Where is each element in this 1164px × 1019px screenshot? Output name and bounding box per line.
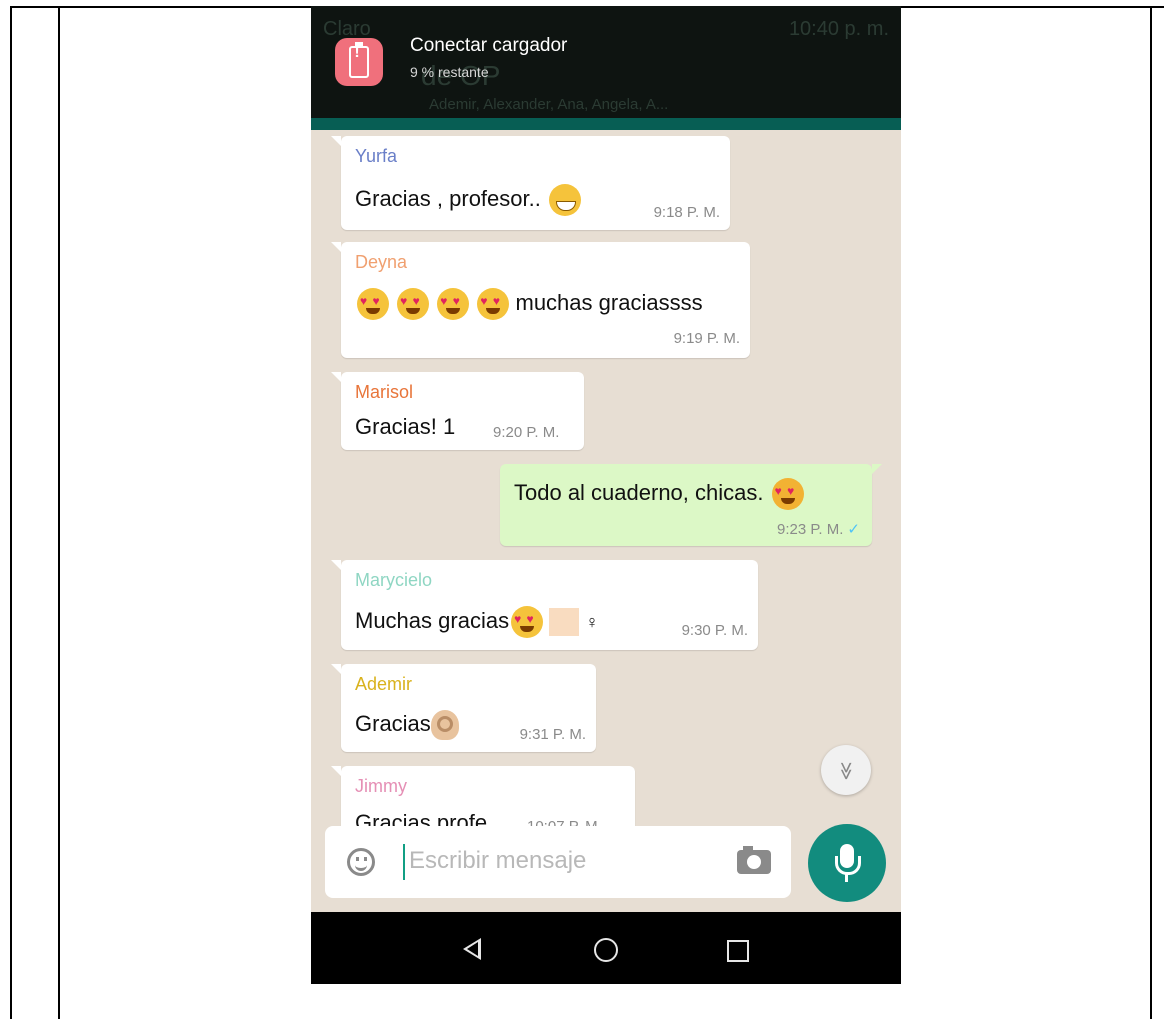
sender-name: Marisol <box>355 382 414 402</box>
female-sign-icon: ♀ <box>585 611 599 632</box>
smiley-icon[interactable] <box>347 848 375 876</box>
message-input-bar[interactable]: Escribir mensaje <box>325 826 791 898</box>
heart-eyes-icon <box>511 606 544 638</box>
table-border-left-outer <box>10 6 12 1019</box>
sender-name: Marycielo <box>355 570 433 590</box>
text-cursor <box>403 844 405 880</box>
message-time: 9:20 P. M. <box>493 424 560 441</box>
top-bar: Claro 10:40 p. m. de OP Ademir, Alexande… <box>311 6 901 118</box>
battery-alert-icon: ! <box>335 38 383 86</box>
sender-name: Ademir <box>355 674 413 694</box>
android-navbar <box>311 912 901 984</box>
group-members: Ademir, Alexander, Ana, Angela, A... <box>429 96 669 113</box>
ok-hand-icon <box>430 710 459 740</box>
status-time: 10:40 p. m. <box>788 18 889 40</box>
table-border-right <box>1150 6 1152 1019</box>
heart-eyes-icon <box>437 288 470 320</box>
message-bubble[interactable]: Ademir Gracias 9:31 P. M. <box>331 664 596 752</box>
microphone-button[interactable] <box>808 824 886 902</box>
heart-eyes-icon <box>397 288 430 320</box>
message-time: 9:30 P. M. <box>681 622 748 639</box>
skin-tone-swatch <box>549 608 580 636</box>
back-triangle-icon[interactable] <box>463 938 481 960</box>
scroll-down-button[interactable]: ≫ <box>821 745 871 795</box>
message-text: Gracias , profesor.. <box>355 185 541 211</box>
outgoing-message-bubble[interactable]: Todo al cuaderno, chicas. 9:23 P. M.✓ <box>500 464 882 546</box>
grinning-face-icon <box>548 184 581 216</box>
message-input[interactable]: Escribir mensaje <box>409 847 586 875</box>
heart-eyes-icon <box>477 288 510 320</box>
message-time: 9:18 P. M. <box>653 204 720 221</box>
sent-tick-icon: ✓ <box>847 521 860 538</box>
message-bubble[interactable]: Deyna muchas graciassss 9:19 P. M. <box>331 242 750 358</box>
message-bubble[interactable]: Marisol Gracias! 1 9:20 P. M. <box>331 372 584 450</box>
message-text: Gracias! 1 <box>355 414 456 439</box>
double-chevron-down-icon: ≫ <box>836 761 856 781</box>
chat-area[interactable]: Yurfa Gracias , profesor.. 9:18 P. M. De… <box>311 130 901 910</box>
message-time: 9:19 P. M. <box>673 330 740 347</box>
sender-name: Jimmy <box>355 776 407 796</box>
recent-square-icon[interactable] <box>727 940 749 962</box>
heart-eyes-icon <box>357 288 389 320</box>
table-border-left-inner <box>58 6 60 1019</box>
message-text: Muchas gracias <box>355 607 510 633</box>
header-accent-strip <box>311 118 901 130</box>
notification-title[interactable]: Conectar cargador <box>410 35 567 57</box>
message-bubble[interactable]: Yurfa Gracias , profesor.. 9:18 P. M. <box>331 136 730 230</box>
home-circle-icon[interactable] <box>594 938 618 962</box>
message-bubble[interactable]: Marycielo Muchas gracias ♀ 9:30 P. M. <box>331 560 758 650</box>
phone-screenshot: Claro 10:40 p. m. de OP Ademir, Alexande… <box>311 6 901 984</box>
heart-eyes-cat-icon <box>771 478 804 510</box>
message-text: muchas graciassss <box>515 289 703 315</box>
message-time: 9:23 P. M. <box>776 521 844 538</box>
camera-icon[interactable] <box>737 846 771 874</box>
message-text: Todo al cuaderno, chicas. <box>514 479 764 505</box>
sender-name: Deyna <box>355 252 408 272</box>
sender-name: Yurfa <box>355 146 398 166</box>
notification-subtitle: 9 % restante <box>410 64 489 80</box>
message-time: 9:31 P. M. <box>519 726 586 743</box>
message-text: Gracias <box>355 710 431 736</box>
